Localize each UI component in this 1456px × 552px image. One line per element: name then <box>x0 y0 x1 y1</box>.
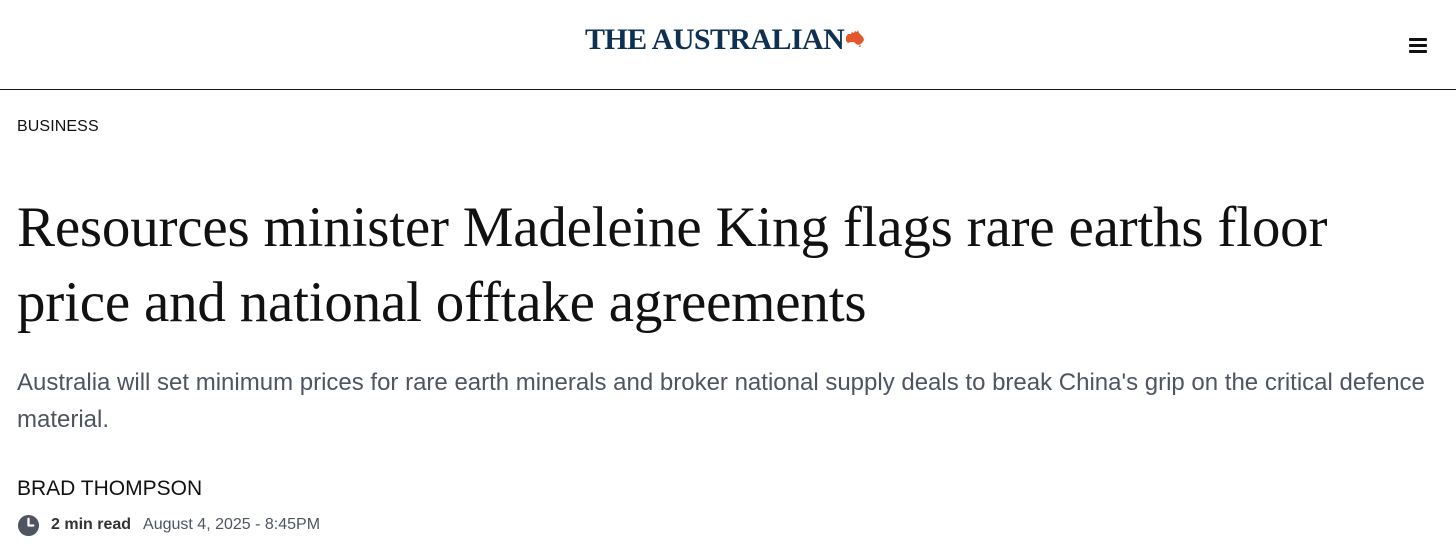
clock-icon <box>17 514 40 536</box>
author-byline[interactable]: BRAD THOMPSON <box>17 476 202 502</box>
section-link[interactable]: BUSINESS <box>17 117 99 137</box>
menu-button[interactable] <box>1404 32 1432 58</box>
australia-map-icon <box>846 30 865 47</box>
publish-date: August 4, 2025 - 8:45PM <box>143 516 321 533</box>
article-headline: Resources minister Madeleine King flags … <box>17 196 1328 334</box>
article-meta: 2 min read August 4, 2025 - 8:45PM <box>17 513 320 537</box>
logo-text: THE AUSTRALIAN <box>585 23 845 56</box>
article-standfirst: Australia will set minimum prices for ra… <box>17 369 1425 433</box>
read-time: 2 min read <box>51 516 132 533</box>
masthead: THE AUSTRALIAN <box>0 0 1456 90</box>
site-logo[interactable]: THE AUSTRALIAN <box>585 20 865 60</box>
